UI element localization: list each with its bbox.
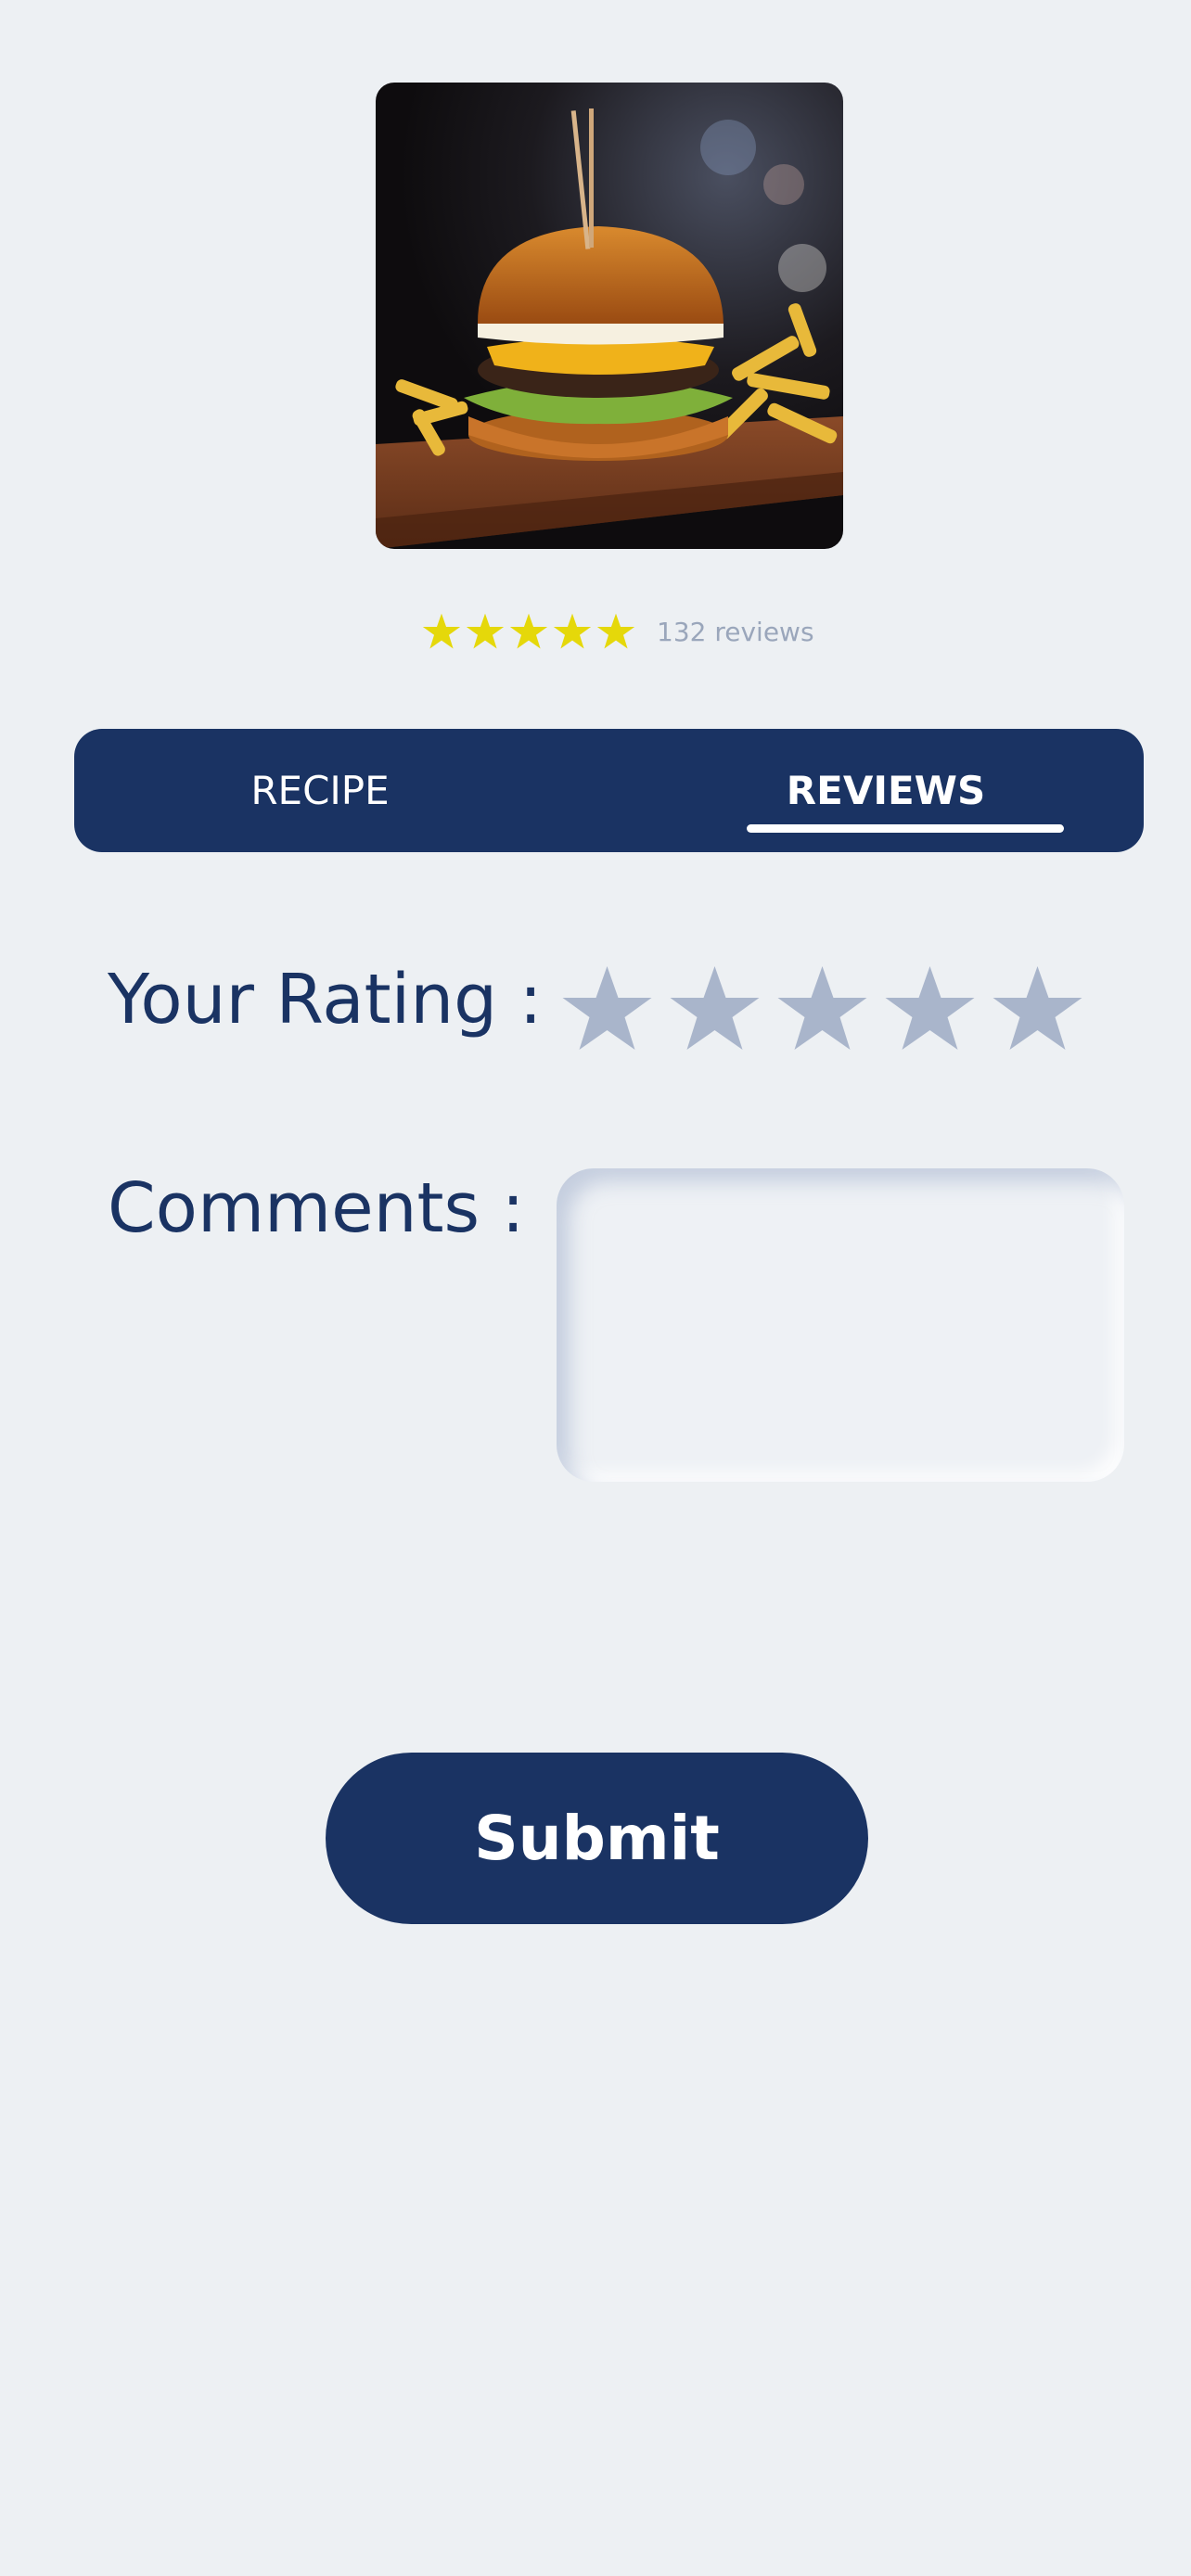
- tab-recipe[interactable]: RECIPE: [148, 729, 492, 852]
- star-icon: [509, 613, 548, 649]
- comments-field[interactable]: [557, 1168, 1124, 1482]
- burger-photo-icon: [376, 83, 843, 549]
- rating-summary: 132 reviews: [422, 607, 814, 656]
- rating-star-icon[interactable]: [774, 963, 871, 1055]
- tab-bar: RECIPE REVIEWS: [74, 729, 1144, 852]
- star-icon: [466, 613, 505, 649]
- rating-star-icon[interactable]: [666, 963, 763, 1055]
- rating-input: [558, 963, 1096, 1055]
- rating-star-icon[interactable]: [989, 963, 1086, 1055]
- star-icon: [422, 613, 461, 649]
- summary-stars: [422, 612, 640, 651]
- review-count: 132 reviews: [657, 616, 814, 647]
- active-tab-indicator: [747, 824, 1064, 833]
- star-icon: [553, 613, 592, 649]
- star-icon: [596, 613, 635, 649]
- tab-reviews[interactable]: REVIEWS: [724, 729, 1048, 852]
- dish-photo: [376, 83, 843, 549]
- submit-button[interactable]: Submit: [326, 1753, 868, 1924]
- comments-label: Comments :: [108, 1168, 525, 1248]
- rating-star-icon[interactable]: [558, 963, 656, 1055]
- rating-star-icon[interactable]: [881, 963, 979, 1055]
- your-rating-label: Your Rating :: [108, 960, 543, 1039]
